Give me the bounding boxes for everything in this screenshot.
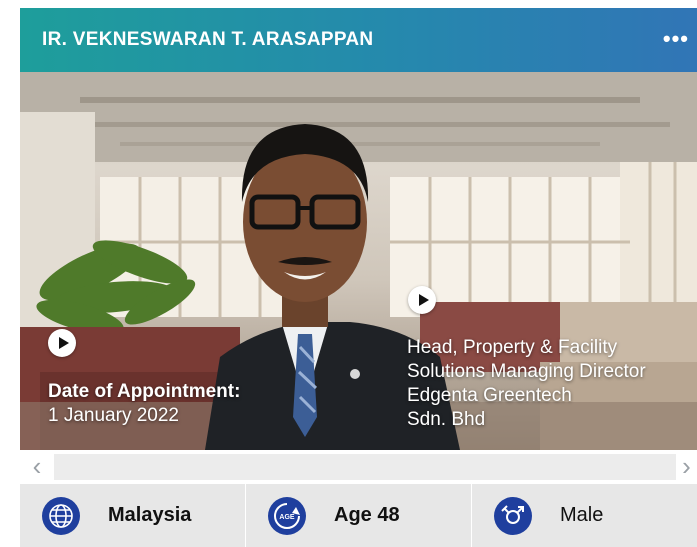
scroll-left-icon[interactable]: ‹ xyxy=(20,450,54,484)
role-line: Edgenta Greentech xyxy=(407,385,572,406)
gender-icon xyxy=(494,496,532,535)
card-header: IR. VEKNESWARAN T. ARASAPPAN ••• xyxy=(20,8,697,72)
horizontal-scrollbar[interactable]: ‹ › xyxy=(20,450,697,484)
profile-card: IR. VEKNESWARAN T. ARASAPPAN ••• Date of… xyxy=(20,8,697,547)
role-line: Solutions Managing Director xyxy=(407,361,646,382)
country-value: Malaysia xyxy=(108,504,192,526)
role-line: Sdn. Bhd xyxy=(407,409,486,430)
stat-gender: Male xyxy=(472,484,697,547)
scrollbar-track[interactable] xyxy=(54,454,676,480)
more-options-icon[interactable]: ••• xyxy=(663,26,689,52)
stats-bar: Malaysia AGE Age 48 Male xyxy=(20,484,697,547)
role-description: Head, Property & Facility Solutions Mana… xyxy=(407,336,646,432)
role-line: Head, Property & Facility xyxy=(407,337,618,358)
age-value: Age 48 xyxy=(334,504,400,526)
scroll-right-icon[interactable]: › xyxy=(676,450,697,484)
stat-country: Malaysia xyxy=(20,484,246,547)
appointment-info: Date of Appointment: 1 January 2022 xyxy=(48,380,240,428)
profile-name: IR. VEKNESWARAN T. ARASAPPAN xyxy=(42,29,374,50)
age-icon: AGE xyxy=(268,496,306,535)
age-icon-text: AGE xyxy=(279,514,295,521)
play-icon[interactable] xyxy=(48,329,76,357)
stat-age: AGE Age 48 xyxy=(246,484,472,547)
globe-icon xyxy=(42,496,80,535)
play-icon[interactable] xyxy=(408,286,436,314)
date-of-appointment-value: 1 January 2022 xyxy=(48,405,179,426)
profile-photo: Date of Appointment: 1 January 2022 Head… xyxy=(20,72,697,450)
gender-value: Male xyxy=(560,504,604,526)
date-of-appointment-label: Date of Appointment: xyxy=(48,381,241,402)
